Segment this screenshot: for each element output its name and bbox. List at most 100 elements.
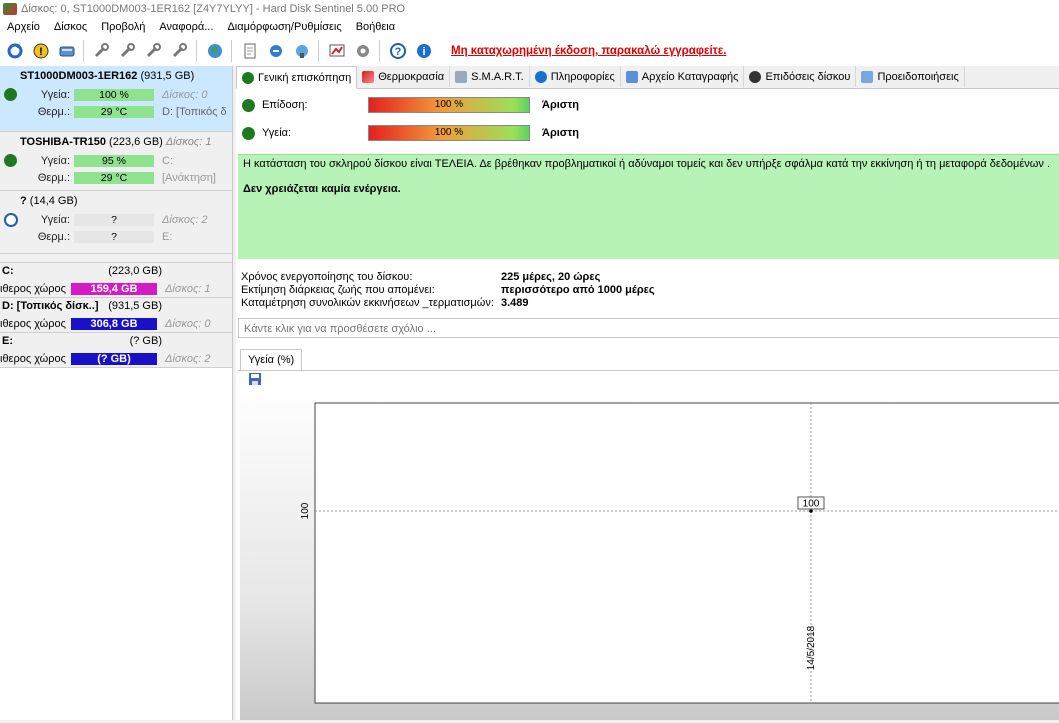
disk-health-row: Υγεία: ? Δίσκος: 2 <box>0 211 232 228</box>
free-space-label: ιθερος χώρος <box>0 352 66 365</box>
menu-disk[interactable]: Δίσκος <box>47 21 94 33</box>
partition-label: C: <box>162 154 173 167</box>
comment-input[interactable] <box>239 319 1059 339</box>
tab-underline <box>238 370 1059 371</box>
ok-status-icon <box>242 98 255 112</box>
volume-title: E: (? GB) <box>2 335 162 347</box>
health-bar: 100 % <box>74 88 154 101</box>
health-rating: Άριστη <box>542 127 579 139</box>
disk-number: Δίσκος: 1 <box>165 282 211 295</box>
toolbar-separator <box>318 40 319 62</box>
toolbar-separator <box>231 40 232 62</box>
disk-item[interactable]: ST1000DM003-1ER162 (931,5 GB) Υγεία: 100… <box>0 66 232 132</box>
status-text: Η κατάσταση του σκληρού δίσκου είναι ΤΕΛ… <box>243 158 1050 170</box>
temp-label: Θερμ.: <box>37 230 70 243</box>
partition-label: D: [Τοπικός δ <box>162 105 227 118</box>
disk-number: Δίσκος: 0 <box>165 317 211 330</box>
free-space-bar: 306,8 GB <box>71 317 157 330</box>
report-button[interactable] <box>239 40 261 62</box>
refresh-icon <box>7 43 23 59</box>
web-button[interactable] <box>204 40 226 62</box>
panel-spacer <box>0 254 232 263</box>
disk-title: ? (14,4 GB) <box>20 195 78 207</box>
status-description-box: Η κατάσταση του σκληρού δίσκου είναι ΤΕΛ… <box>238 154 1059 259</box>
comment-field[interactable] <box>238 318 1059 339</box>
menu-help[interactable]: Βοήθεια <box>349 21 402 33</box>
alert-button[interactable]: ! <box>30 40 52 62</box>
volume-item[interactable]: C: (223,0 GB) ιθερος χώρος 159,4 GB Δίσκο… <box>0 263 232 298</box>
tool-button-2[interactable] <box>117 40 139 62</box>
data-label: 100 <box>803 499 820 510</box>
tab-overview[interactable]: Γενική επισκόπηση <box>236 66 358 89</box>
tab-alerts[interactable]: Προειδοποιήσεις <box>856 66 965 87</box>
volume-free-row: ιθερος χώρος 306,8 GB Δίσκος: 0 <box>0 315 232 332</box>
help-icon: ? <box>390 43 406 59</box>
temp-bar: ? <box>74 230 154 243</box>
tab-health-percent[interactable]: Υγεία (%) <box>240 349 303 372</box>
disk-title: TOSHIBA-TR150 (223,6 GB) Δίσκος: 1 <box>20 136 212 148</box>
menu-bar: Αρχείο Δίσκος Προβολή Αναφορά... Διαμόρφ… <box>0 18 1059 36</box>
globe-icon <box>208 44 222 58</box>
sync-button[interactable] <box>265 40 287 62</box>
health-bar: ? <box>74 213 154 226</box>
tool-button-3[interactable] <box>143 40 165 62</box>
free-space-bar: 159,4 GB <box>71 282 157 295</box>
performance-rating: Άριστη <box>542 99 579 111</box>
tab-information[interactable]: Πληροφορίες <box>530 66 621 87</box>
gauge-icon <box>749 70 762 83</box>
health-bar: 100 % <box>368 125 530 141</box>
disk-temp-row: Θερμ.: 29 °C [Ανάκτηση] <box>0 169 232 186</box>
ok-status-icon <box>242 126 255 140</box>
wrench-icon <box>146 43 161 58</box>
volume-title: C: (223,0 GB) <box>2 265 162 277</box>
check-icon <box>242 71 254 84</box>
save-icon[interactable] <box>248 372 262 386</box>
wrench-icon <box>172 43 187 58</box>
toolbar-separator <box>83 40 84 62</box>
document-icon <box>244 43 256 59</box>
free-space-bar: (? GB) <box>71 352 157 365</box>
refresh-button[interactable] <box>4 40 26 62</box>
benchmark-button[interactable] <box>326 40 348 62</box>
tab-temperature[interactable]: Θερμοκρασία <box>357 66 451 87</box>
tab-log[interactable]: Αρχείο Καταγραφής <box>621 66 745 87</box>
temp-bar: 29 °C <box>74 105 154 118</box>
menu-view[interactable]: Προβολή <box>94 21 152 33</box>
tool-button-1[interactable] <box>91 40 113 62</box>
health-chart: 100 14/5/2018 100 <box>300 402 1059 704</box>
disk-health-row: Υγεία: 100 % Δίσκος: 0 <box>0 86 232 103</box>
tool-button-4[interactable] <box>169 40 191 62</box>
disk-item[interactable]: TOSHIBA-TR150 (223,6 GB) Δίσκος: 1 Υγεία… <box>0 132 232 191</box>
help-button[interactable]: ? <box>387 40 409 62</box>
volume-item[interactable]: D: [Τοπικός δίσκ..] (931,5 GB) ιθερος χώρ… <box>0 298 232 333</box>
settings-button[interactable] <box>352 40 374 62</box>
disk-list-panel: ST1000DM003-1ER162 (931,5 GB) Υγεία: 100… <box>0 66 233 720</box>
menu-configuration[interactable]: Διαμόρφωση/Ρυθμίσεις <box>220 21 348 33</box>
wrench-icon <box>120 43 135 58</box>
data-point <box>809 509 813 513</box>
tab-smart[interactable]: S.M.A.R.T. <box>450 66 530 87</box>
temp-label: Θερμ.: <box>37 171 70 184</box>
partition-label: [Ανάκτηση] <box>162 171 216 184</box>
volume-title: D: [Τοπικός δίσκ..] (931,5 GB) <box>2 300 162 312</box>
health-label: Υγεία: <box>262 127 292 139</box>
disk-item[interactable]: ? (14,4 GB) Υγεία: ? Δίσκος: 2 Θερμ.: ? … <box>0 191 232 254</box>
info-button[interactable]: i <box>413 40 435 62</box>
menu-file[interactable]: Αρχείο <box>0 21 47 33</box>
disk-number: Δίσκος: 2 <box>162 213 208 226</box>
register-link[interactable]: Μη καταχωρημένη έκδοση, παρακαλώ εγγραφε… <box>451 45 726 57</box>
volume-item[interactable]: E: (? GB) ιθερος χώρος (? GB) Δίσκος: 2 <box>0 333 232 368</box>
menu-report[interactable]: Αναφορά... <box>152 21 220 33</box>
volume-free-row: ιθερος χώρος 159,4 GB Δίσκος: 1 <box>0 280 232 297</box>
network-button[interactable] <box>291 40 313 62</box>
disk-title: ST1000DM003-1ER162 (931,5 GB) <box>20 70 195 82</box>
info-icon <box>534 70 547 83</box>
disk-temp-row: Θερμ.: ? E: <box>0 228 232 245</box>
toolbar-separator <box>379 40 380 62</box>
free-space-label: ιθερος χώρος <box>0 282 66 295</box>
disk-button[interactable] <box>56 40 78 62</box>
chart-icon <box>329 44 345 57</box>
health-chart-area: 100 14/5/2018 100 <box>240 386 1059 720</box>
info-icon: i <box>417 44 431 58</box>
tab-disk-performance[interactable]: Επιδόσεις δίσκου <box>744 66 857 87</box>
